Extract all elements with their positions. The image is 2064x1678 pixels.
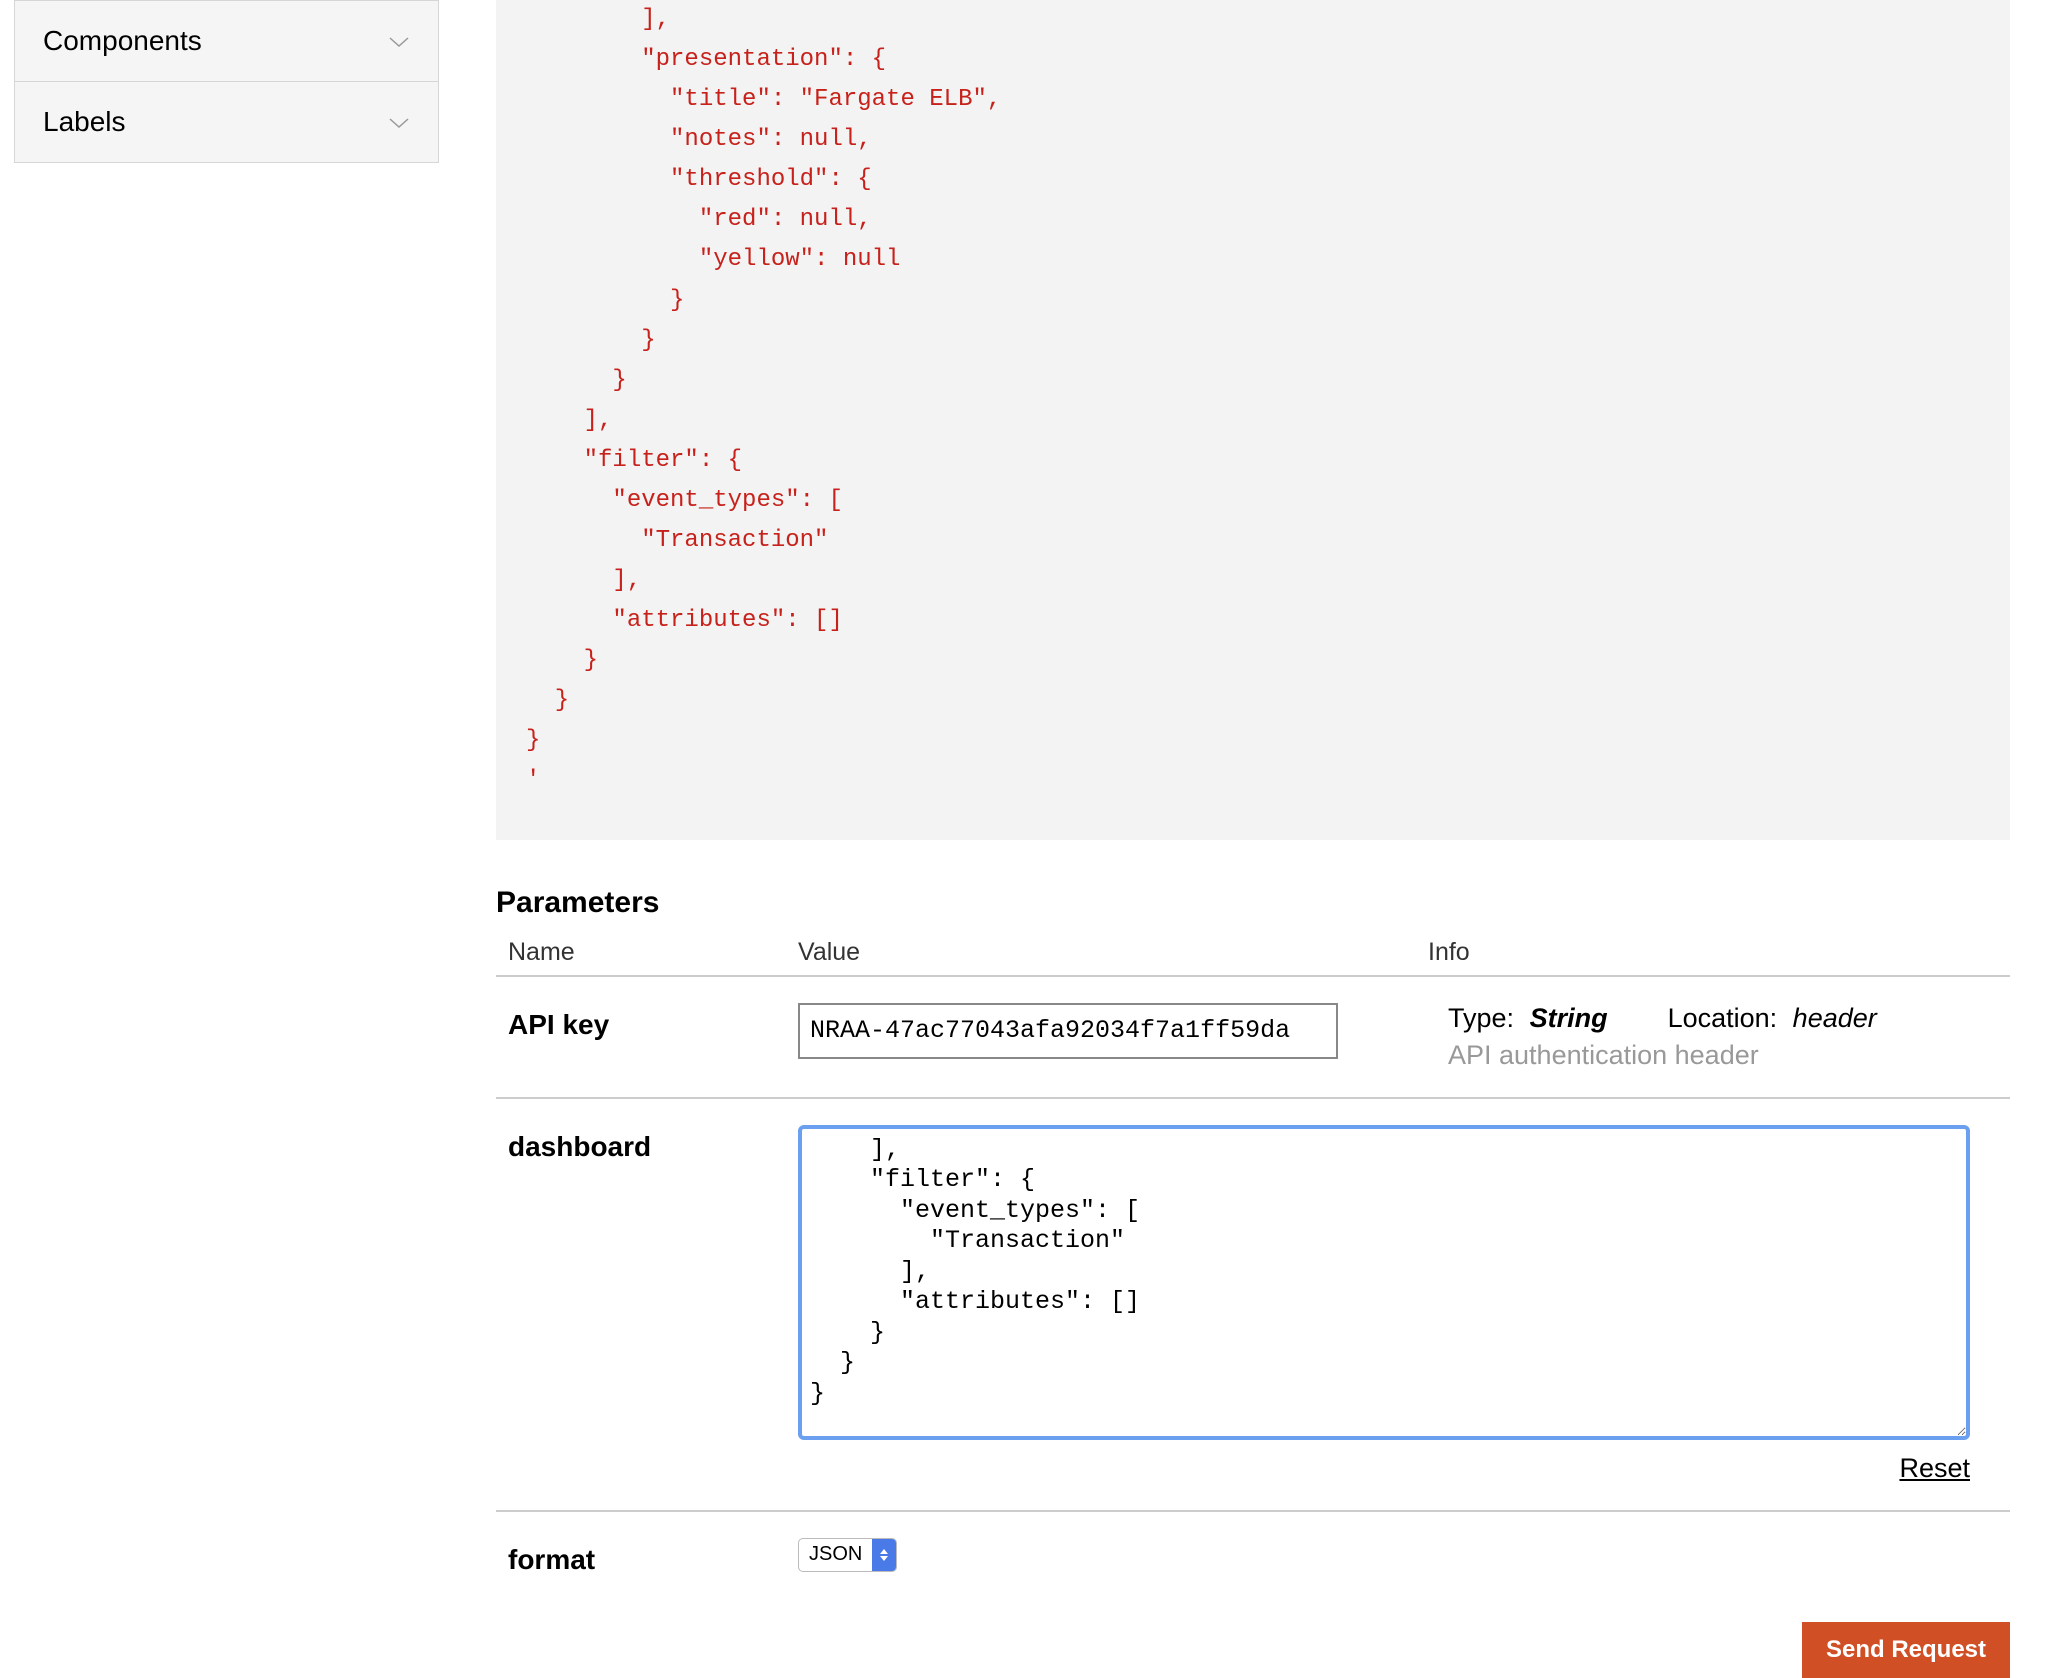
format-select-value: JSON — [799, 1543, 872, 1566]
chevron-down-icon — [388, 116, 410, 128]
dashboard-textarea[interactable] — [798, 1125, 1970, 1440]
select-arrows-icon — [872, 1538, 896, 1572]
info-description: API authentication header — [1448, 1040, 2010, 1071]
param-name-api-key: API key — [508, 1003, 798, 1041]
parameters-section: Parameters Name Value Info API key Type:… — [496, 886, 2010, 1672]
param-value-api-key — [798, 1003, 1428, 1059]
reset-link[interactable]: Reset — [798, 1453, 1970, 1484]
param-value-dashboard: Reset — [798, 1125, 1970, 1484]
column-header-name: Name — [508, 938, 798, 967]
format-select[interactable]: JSON — [798, 1538, 897, 1572]
sidebar-item-components[interactable]: Components — [14, 0, 439, 82]
param-name-format: format — [508, 1538, 798, 1576]
param-info-api-key: Type: String Location: header API authen… — [1428, 1003, 2010, 1071]
chevron-down-icon — [388, 35, 410, 47]
sidebar-item-label: Components — [43, 25, 202, 57]
type-value: String — [1530, 1003, 1608, 1033]
param-row-dashboard: dashboard Reset — [496, 1099, 2010, 1512]
sidebar-item-label: Labels — [43, 106, 126, 138]
column-header-value: Value — [798, 938, 1428, 967]
location-value: header — [1793, 1003, 1877, 1033]
code-example-block: ], "presentation": { "title": "Fargate E… — [496, 0, 2010, 840]
param-value-format: JSON — [798, 1538, 1428, 1572]
param-name-dashboard: dashboard — [508, 1125, 798, 1163]
type-label: Type: — [1448, 1003, 1514, 1033]
button-row: Send Request — [496, 1612, 2010, 1672]
location-label: Location: — [1668, 1003, 1778, 1033]
parameters-header-row: Name Value Info — [496, 938, 2010, 977]
sidebar-item-labels[interactable]: Labels — [14, 81, 439, 163]
send-request-button[interactable]: Send Request — [1802, 1622, 2010, 1678]
param-row-format: format JSON — [496, 1512, 2010, 1602]
api-key-input[interactable] — [798, 1003, 1338, 1059]
parameters-title: Parameters — [496, 886, 2010, 920]
param-row-api-key: API key Type: String Location: header AP… — [496, 977, 2010, 1099]
column-header-info: Info — [1428, 938, 2010, 967]
sidebar: Components Labels — [14, 0, 439, 163]
main-content: ], "presentation": { "title": "Fargate E… — [496, 0, 2010, 1672]
